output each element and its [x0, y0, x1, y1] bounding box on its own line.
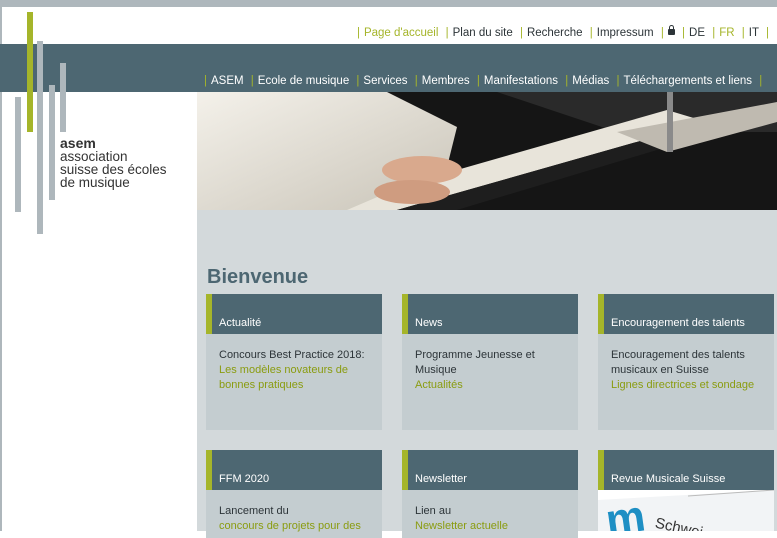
main-nav-telechargements[interactable]: Téléchargements et liens [624, 75, 752, 87]
card-ffm[interactable]: FFM 2020 Lancement du concours de projet… [206, 450, 382, 538]
svg-text:m: m [603, 491, 649, 531]
card-revue[interactable]: Revue Musicale Suisse m Schwei [598, 450, 774, 531]
lang-it-link[interactable]: IT [749, 27, 759, 39]
card-body: Programme Jeunesse et Musique Actualités [402, 334, 578, 430]
card-text: Encouragement des talents musicaux en Su… [611, 349, 745, 376]
card-body: Encouragement des talents musicaux en Su… [598, 334, 774, 430]
card-link[interactable]: concours de projets pour des [219, 519, 369, 534]
main-nav-medias[interactable]: Médias [572, 75, 609, 87]
nav-sitemap-link[interactable]: Plan du site [453, 27, 513, 39]
lock-icon[interactable] [667, 25, 675, 35]
main-nav-asem[interactable]: ASEM [211, 75, 244, 87]
card-text: Concours Best Practice 2018: [219, 349, 365, 361]
hero-image [197, 92, 777, 210]
card-header[interactable]: Newsletter [402, 450, 578, 490]
card-text: Lien au [415, 505, 452, 517]
card-text: Lancement du [219, 505, 289, 517]
card-header-label: FFM 2020 [219, 473, 270, 485]
card-header[interactable]: News [402, 294, 578, 334]
card-news[interactable]: News Programme Jeunesse et Musique Actua… [402, 294, 578, 430]
logo-text[interactable]: asem association suisse des écoles de mu… [60, 136, 167, 190]
main-nav-ecole[interactable]: Ecole de musique [258, 75, 349, 87]
card-link[interactable]: Actualités [415, 378, 565, 393]
card-link[interactable]: Newsletter actuelle [415, 519, 565, 534]
card-text: Programme Jeunesse et Musique [415, 349, 535, 376]
card-header-label: Revue Musicale Suisse [611, 473, 726, 485]
card-header-label: Actualité [219, 317, 262, 329]
card-header[interactable]: Encouragement des talents [598, 294, 774, 334]
card-header-label: Newsletter [415, 473, 467, 485]
card-header-label: News [415, 317, 443, 329]
nav-impressum-link[interactable]: Impressum [597, 27, 654, 39]
nav-home-link[interactable]: Page d'accueil [364, 27, 438, 39]
logo-line-3: de musique [60, 175, 130, 190]
card-link[interactable]: Lignes directrices et sondage [611, 378, 761, 393]
lang-fr-link[interactable]: FR [719, 27, 734, 39]
page-title: Bienvenue [207, 266, 309, 288]
card-header-label: Encouragement des talents [611, 317, 745, 329]
card-header[interactable]: Actualité [206, 294, 382, 334]
card-header[interactable]: FFM 2020 [206, 450, 382, 490]
card-actualite[interactable]: Actualité Concours Best Practice 2018: L… [206, 294, 382, 430]
card-newsletter[interactable]: Newsletter Lien au Newsletter actuelle [402, 450, 578, 538]
card-body: Concours Best Practice 2018: Les modèles… [206, 334, 382, 430]
main-nav-membres[interactable]: Membres [422, 75, 470, 87]
main-nav-manifestations[interactable]: Manifestations [484, 75, 558, 87]
card-talents[interactable]: Encouragement des talents Encouragement … [598, 294, 774, 430]
card-link[interactable]: Les modèles novateurs de bonnes pratique… [219, 363, 369, 393]
top-nav: | Page d'accueil | Plan du site | Recherche… [356, 25, 769, 39]
lang-de-link[interactable]: DE [689, 27, 705, 39]
card-header[interactable]: Revue Musicale Suisse [598, 450, 774, 490]
revue-cover-image[interactable]: m Schwei [598, 490, 774, 531]
main-nav-services[interactable]: Services [363, 75, 407, 87]
nav-search-link[interactable]: Recherche [527, 27, 583, 39]
main-nav: | ASEM | Ecole de musique | Services | Membr… [204, 75, 763, 87]
